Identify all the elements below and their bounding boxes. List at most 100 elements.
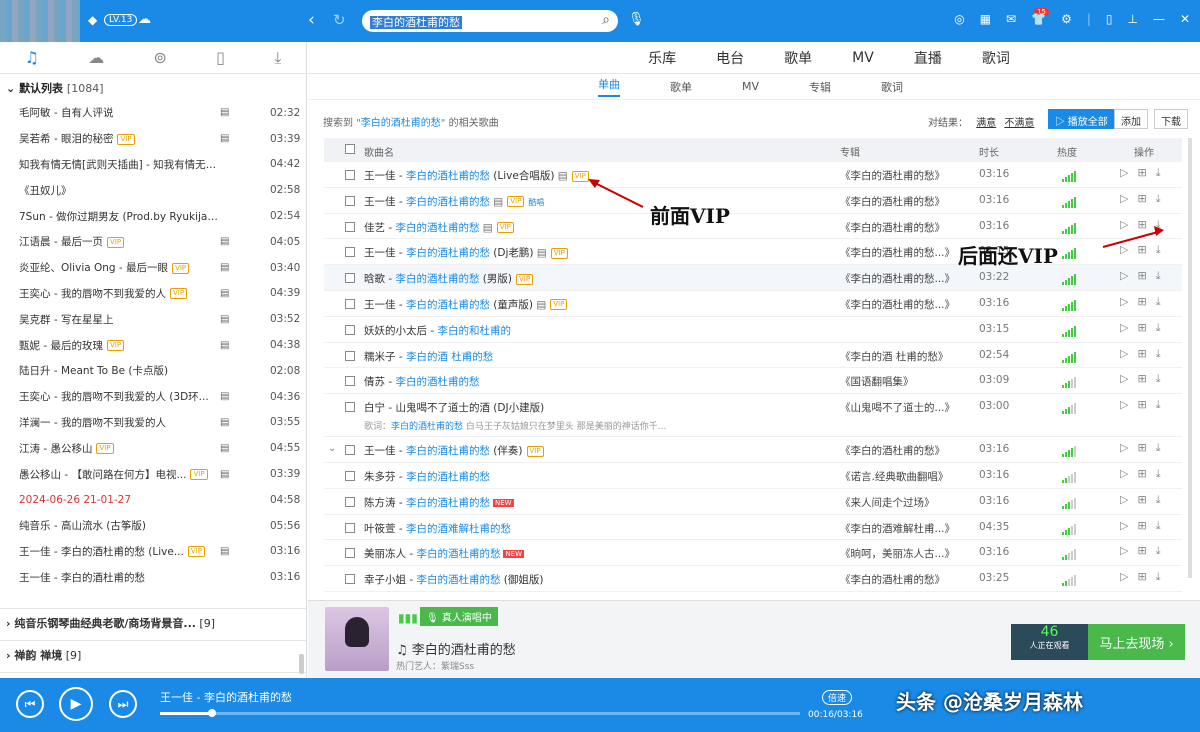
mv-icon[interactable]: ▤ bbox=[220, 340, 229, 351]
live-song: ♫ 李白的酒杜甫的愁 bbox=[396, 639, 516, 658]
sidebar-song-row[interactable]: 王奕心 - 我的唇吻不到我爱的人 VIP ▤ 04:39 bbox=[0, 281, 306, 307]
watchers-count: 46 bbox=[1040, 624, 1059, 640]
mv-icon[interactable]: ▤ bbox=[220, 288, 229, 299]
mv-icon[interactable]: ▤ bbox=[220, 443, 229, 454]
search-icon[interactable]: ⌕ bbox=[602, 12, 610, 28]
sidebar-song-row[interactable]: 知我有情无情[武则天插曲] - 知我有情无情 ... 04:42 bbox=[0, 152, 306, 178]
vip-badge: VIP bbox=[117, 133, 135, 145]
blurred-avatar[interactable] bbox=[0, 0, 80, 42]
radio-icon[interactable]: ⊚ bbox=[154, 48, 167, 67]
mv-icon[interactable]: ▤ bbox=[220, 417, 229, 428]
settings-icon[interactable]: ⚙ bbox=[1061, 12, 1072, 26]
sidebar-song-row[interactable]: 毛阿敏 - 自有人评说 ▤ 02:32 bbox=[0, 100, 306, 126]
shirt-icon[interactable]: 👕 bbox=[1031, 12, 1046, 26]
sidebar-song-title: 洋澜一 - 我的唇吻不到我爱的人 bbox=[19, 415, 219, 430]
sidebar-song-row[interactable]: 甄妮 - 最后的玫瑰 VIP ▤ 04:38 bbox=[0, 332, 306, 358]
mv-icon[interactable]: ▤ bbox=[220, 236, 229, 247]
mv-icon[interactable]: ▤ bbox=[220, 107, 229, 118]
arrow-back bbox=[1102, 231, 1159, 248]
sidebar-song-row[interactable]: 《丑奴儿》 02:58 bbox=[0, 177, 306, 203]
progress-bar[interactable] bbox=[160, 709, 800, 717]
microphone-icon[interactable]: 🎙 bbox=[628, 12, 645, 27]
group-name: 纯音乐钢琴曲经典老歌/商场背景音... bbox=[14, 617, 196, 630]
sidebar-song-row[interactable]: 炎亚纶、Olivia Ong - 最后一眼 VIP ▤ 03:40 bbox=[0, 255, 306, 281]
sidebar-song-duration: 04:05 bbox=[270, 235, 301, 248]
sidebar-song-row[interactable]: 纯音乐 - 高山流水 (古筝版) 05:56 bbox=[0, 513, 306, 539]
sidebar-song-list: 毛阿敏 - 自有人评说 ▤ 02:32 吴若希 - 眼泪的秘密 VIP ▤ 03:39 知我有… bbox=[0, 100, 306, 590]
minimize-icon[interactable]: — bbox=[1153, 12, 1165, 26]
music-note-icon[interactable]: ♫ bbox=[25, 48, 39, 67]
sidebar-song-row[interactable]: 王一佳 - 李白的酒杜甫的愁 (Live... VIP ▤ 03:16 bbox=[0, 539, 306, 565]
sidebar-song-text: 毛阿敏 - 自有人评说 bbox=[19, 107, 114, 120]
window-controls: ◎ ▦ ✉ 👕 ⚙ | ▯ ⊥ — ✕ bbox=[954, 12, 1190, 26]
sidebar-scrollbar[interactable] bbox=[299, 654, 304, 674]
cloud-icon[interactable]: ☁ bbox=[138, 12, 151, 27]
sidebar-group[interactable]: › 禅韵 禅境 [9] bbox=[0, 640, 306, 666]
mv-icon[interactable]: ▤ bbox=[220, 546, 229, 557]
sidebar-song-title: 王一佳 - 李白的酒杜甫的愁 (Live... VIP bbox=[19, 544, 219, 559]
download-icon[interactable]: ⤓ bbox=[274, 48, 281, 68]
mv-icon[interactable]: ▤ bbox=[220, 262, 229, 273]
sidebar-song-row[interactable]: 王一佳 - 李白的酒杜甫的愁 03:16 bbox=[0, 564, 306, 590]
sidebar-song-row[interactable]: 吴若希 - 眼泪的秘密 VIP ▤ 03:39 bbox=[0, 126, 306, 152]
back-icon[interactable]: ‹ bbox=[308, 10, 315, 30]
close-icon[interactable]: ✕ bbox=[1180, 12, 1190, 26]
mv-icon[interactable]: ▤ bbox=[220, 133, 229, 144]
search-input[interactable]: 李白的酒杜甫的愁 ⌕ bbox=[362, 10, 618, 32]
sidebar-group[interactable]: › 纯音乐钢琴曲经典老歌/商场背景音... [9] bbox=[0, 608, 306, 634]
play-icon[interactable]: ▶ bbox=[59, 687, 93, 721]
sidebar-song-duration: 03:16 bbox=[270, 545, 301, 558]
sidebar-song-text: 吴克群 - 写在星星上 bbox=[19, 313, 114, 326]
go-live-button[interactable]: 马上去现场 › bbox=[1088, 624, 1185, 660]
sidebar-song-title: 纯音乐 - 高山流水 (古筝版) bbox=[19, 518, 219, 533]
cloud-icon[interactable]: ☁ bbox=[88, 48, 104, 67]
now-playing-title: 王一佳 - 李白的酒杜甫的愁 bbox=[160, 691, 292, 704]
sidebar-song-row[interactable]: 王奕心 - 我的唇吻不到我爱的人 (3D环... ▤ 04:36 bbox=[0, 384, 306, 410]
singer-avatar[interactable] bbox=[325, 607, 389, 671]
sidebar-song-text: 炎亚纶、Olivia Ong - 最后一眼 bbox=[19, 262, 169, 275]
live-tag[interactable]: 🎙 真人演唱中 bbox=[420, 607, 498, 626]
group-name: 禅韵 禅境 bbox=[14, 649, 63, 662]
vip-badge: VIP bbox=[190, 469, 208, 481]
mv-icon[interactable]: ▤ bbox=[220, 391, 229, 402]
sidebar-song-row[interactable]: 7Sun - 做你过期男友 (Prod.by Ryukijayze) 02:54 bbox=[0, 203, 306, 229]
progress-knob[interactable] bbox=[208, 709, 217, 717]
sidebar-song-text: 甄妮 - 最后的玫瑰 bbox=[19, 339, 103, 352]
sidebar-song-text: 纯音乐 - 高山流水 (古筝版) bbox=[19, 520, 146, 533]
pin-icon[interactable]: ⊥ bbox=[1127, 12, 1137, 26]
arrow-front bbox=[592, 181, 644, 208]
previous-icon[interactable]: ⏮ bbox=[16, 690, 44, 718]
vip-badge: VIP bbox=[96, 443, 114, 455]
annotation-back-vip: 后面还VIP bbox=[958, 244, 1058, 268]
target-icon[interactable]: ◎ bbox=[954, 12, 964, 26]
sidebar-song-duration: 03:16 bbox=[270, 571, 301, 584]
mv-icon[interactable]: ▤ bbox=[220, 314, 229, 325]
level-badge[interactable]: LV.13 bbox=[104, 14, 138, 26]
apps-icon[interactable]: ▦ bbox=[980, 12, 991, 26]
device-icon[interactable]: ▯ bbox=[216, 48, 225, 67]
sidebar-song-text: 王奕心 - 我的唇吻不到我爱的人 (3D环... bbox=[19, 391, 209, 404]
refresh-icon[interactable]: ↻ bbox=[333, 11, 346, 29]
sidebar-song-row[interactable]: 江语晨 - 最后一页 VIP ▤ 04:05 bbox=[0, 229, 306, 255]
mini-mode-icon[interactable]: ▯ bbox=[1106, 12, 1113, 26]
sidebar-song-row[interactable]: 江涛 - 愚公移山 VIP ▤ 04:55 bbox=[0, 435, 306, 461]
sidebar-song-duration: 03:55 bbox=[270, 416, 301, 429]
sidebar-song-row[interactable]: 洋澜一 - 我的唇吻不到我爱的人 ▤ 03:55 bbox=[0, 410, 306, 436]
sidebar-song-row[interactable]: 愚公移山 - 【敢问路在何方】电视... VIP ▤ 03:39 bbox=[0, 461, 306, 487]
diamond-icon[interactable]: ◆ bbox=[88, 13, 97, 27]
next-icon[interactable]: ⏭ bbox=[109, 690, 137, 718]
live-tag-label: 真人演唱中 bbox=[441, 613, 492, 624]
watchers-label: 人正在观看 bbox=[1029, 641, 1070, 650]
sidebar-song-text: 2024-06-26 21-01-27 bbox=[19, 493, 132, 506]
mail-icon[interactable]: ✉ bbox=[1006, 12, 1016, 26]
sidebar-song-row[interactable]: 陆日升 - Meant To Be (卡点版) 02:08 bbox=[0, 358, 306, 384]
default-list-header[interactable]: ⌄ 默认列表 [1084] bbox=[0, 74, 306, 100]
sidebar-song-row[interactable]: 吴克群 - 写在星星上 ▤ 03:52 bbox=[0, 306, 306, 332]
arrowhead-back bbox=[1154, 226, 1164, 236]
mv-icon[interactable]: ▤ bbox=[220, 469, 229, 480]
vip-badge: VIP bbox=[172, 262, 190, 274]
speed-button[interactable]: 倍速 bbox=[822, 690, 853, 705]
sidebar-song-row[interactable]: 2024-06-26 21-01-27 04:58 bbox=[0, 487, 306, 513]
sidebar-song-title: 炎亚纶、Olivia Ong - 最后一眼 VIP bbox=[19, 260, 219, 275]
sidebar-song-title: 江语晨 - 最后一页 VIP bbox=[19, 234, 219, 249]
